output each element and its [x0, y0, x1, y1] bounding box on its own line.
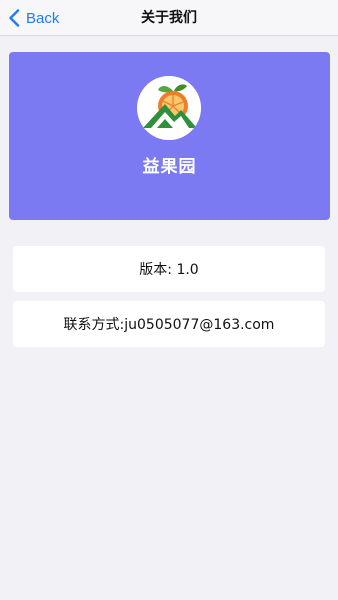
version-card: 版本: 1.0 — [13, 246, 325, 292]
back-button-label: Back — [26, 9, 60, 27]
app-logo — [137, 76, 201, 140]
back-button[interactable]: Back — [8, 0, 59, 36]
chevron-left-icon — [9, 9, 20, 27]
app-header-banner: 益果园 — [9, 52, 330, 220]
mountain-fruit-logo-icon — [137, 76, 201, 140]
navigation-bar: Back 关于我们 — [0, 0, 338, 36]
contact-card: 联系方式:ju0505077@163.com — [13, 301, 325, 347]
contact-text: 联系方式:ju0505077@163.com — [63, 317, 275, 333]
app-name: 益果园 — [142, 157, 197, 177]
version-text: 版本: 1.0 — [139, 262, 199, 278]
